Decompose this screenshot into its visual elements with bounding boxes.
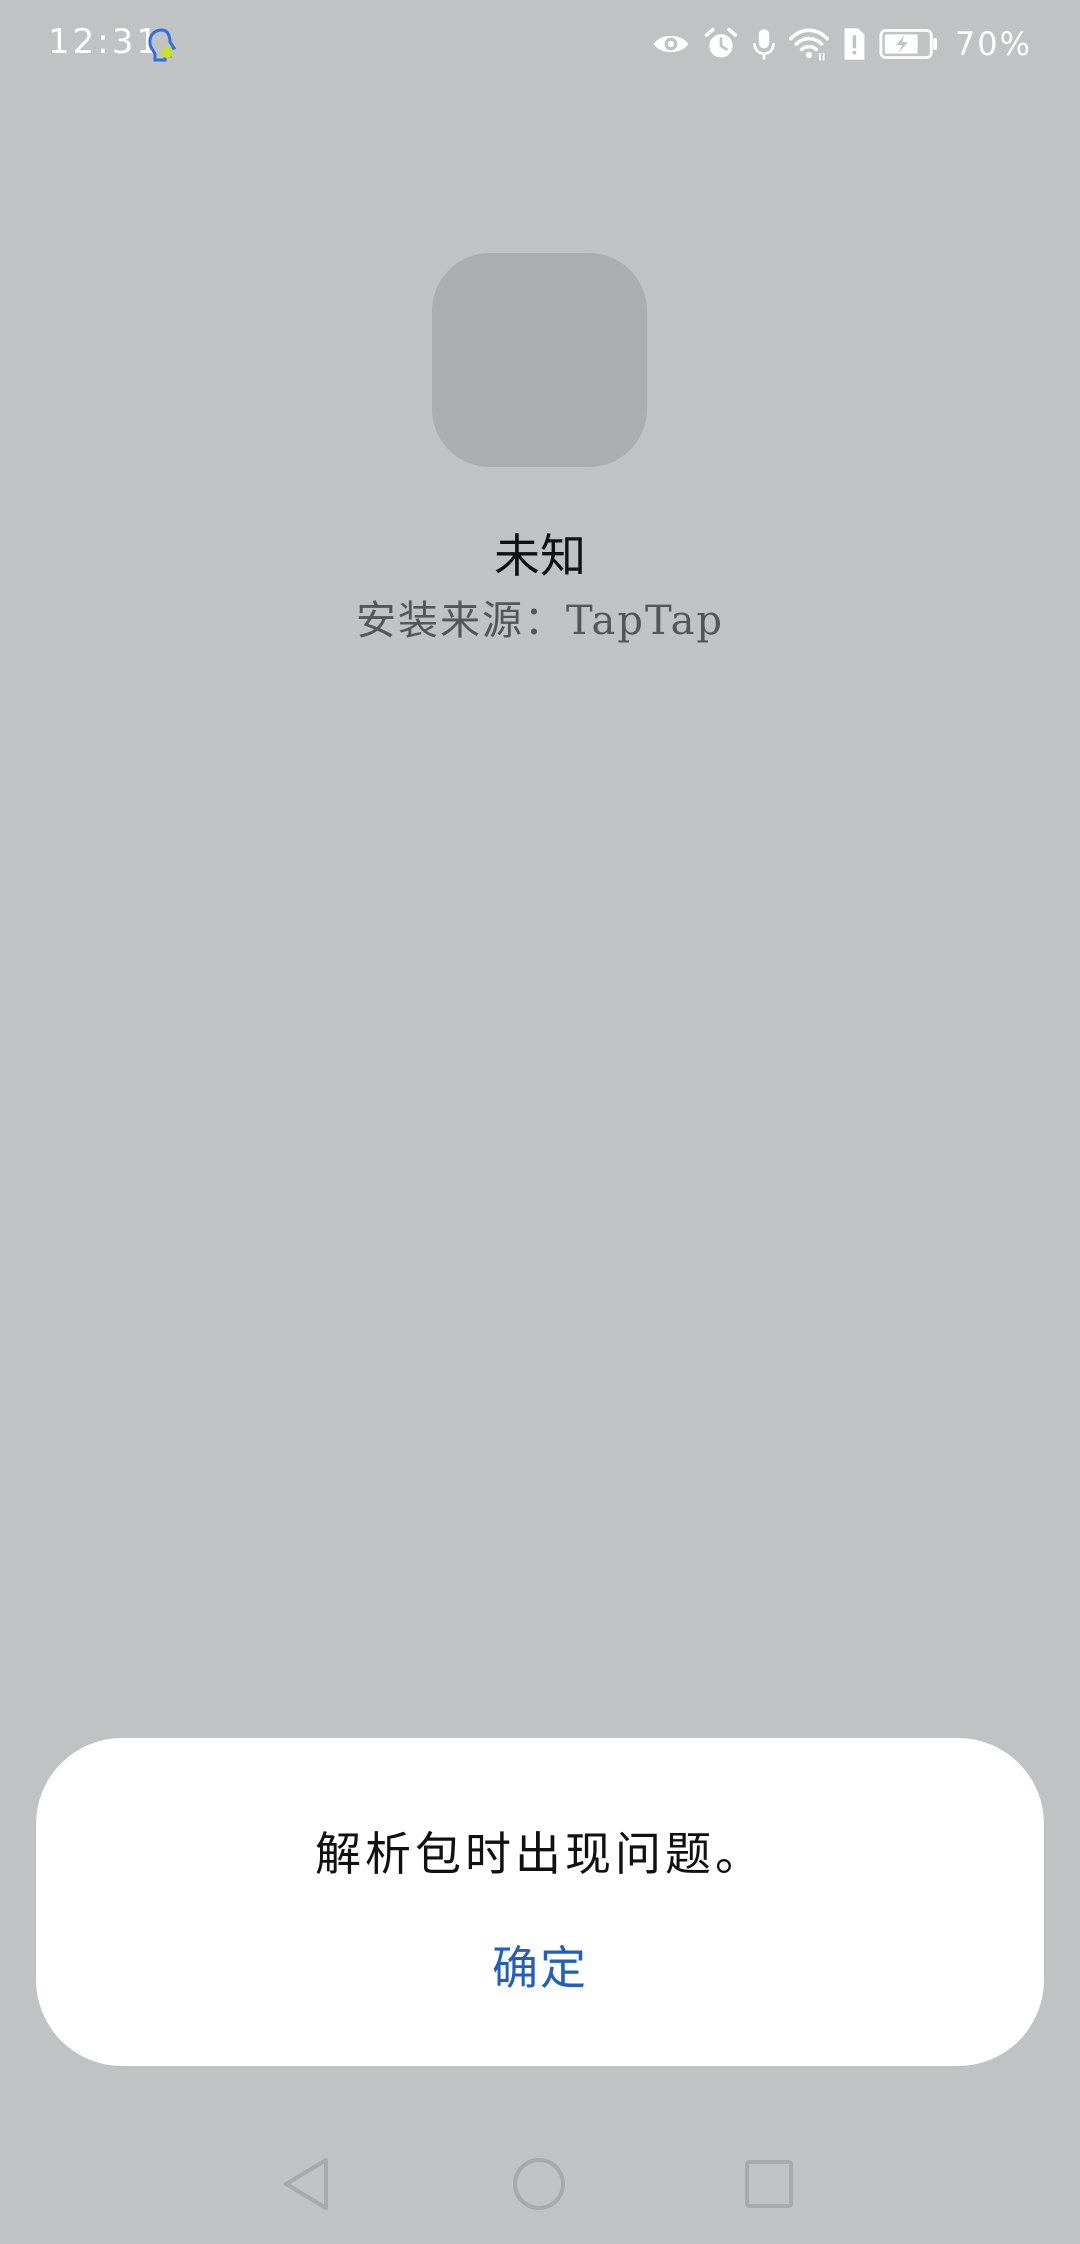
recents-icon[interactable] bbox=[737, 2152, 801, 2216]
navigation-bar bbox=[0, 2120, 1080, 2244]
confirm-button[interactable]: 确定 bbox=[440, 1928, 640, 2008]
sim-alert-icon bbox=[844, 28, 865, 60]
battery-percent: 70% bbox=[954, 25, 1032, 63]
back-icon[interactable] bbox=[276, 2152, 340, 2216]
app-name: 未知 bbox=[494, 529, 586, 583]
dialog-message: 解析包时出现问题。 bbox=[315, 1827, 765, 1881]
status-icons: 70% bbox=[651, 22, 1032, 66]
home-icon[interactable] bbox=[507, 2152, 571, 2216]
battery-charging-icon bbox=[879, 29, 937, 59]
status-bar: 12:31 70% bbox=[0, 0, 1080, 90]
assistant-icon bbox=[148, 28, 177, 62]
install-source: 安装来源：TapTap bbox=[355, 598, 725, 644]
error-dialog: 解析包时出现问题。 确定 bbox=[36, 1738, 1044, 2066]
microphone-icon bbox=[753, 29, 775, 60]
app-icon-placeholder bbox=[432, 253, 647, 467]
eye-icon bbox=[653, 35, 689, 53]
wifi-icon bbox=[788, 28, 829, 61]
alarm-icon bbox=[704, 27, 738, 58]
